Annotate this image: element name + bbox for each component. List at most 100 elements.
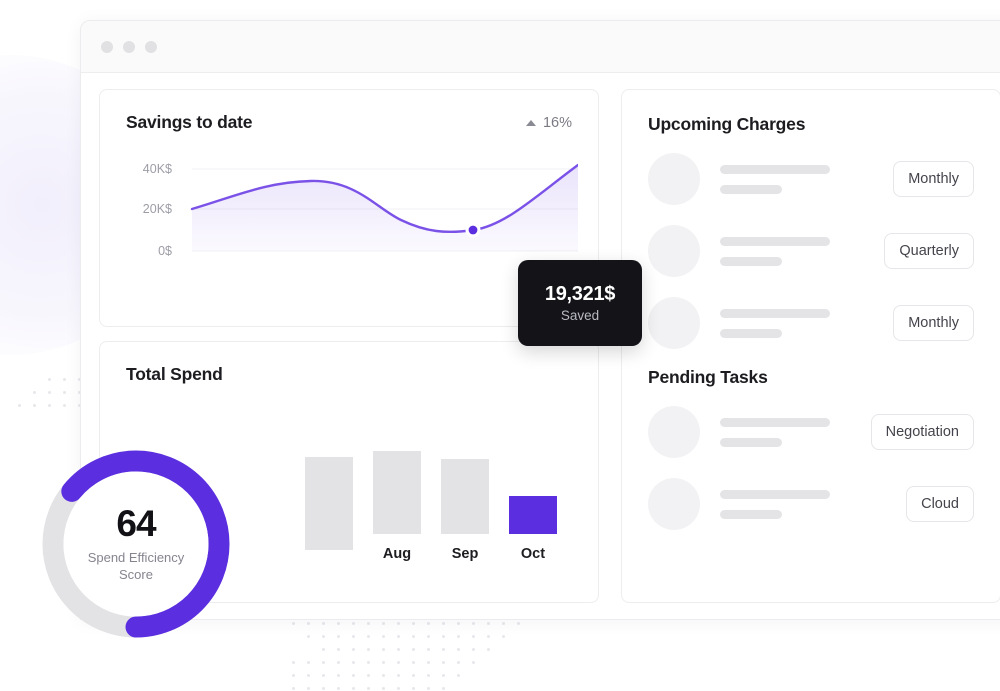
upcoming-charges-title: Upcoming Charges [648,114,974,135]
list-item[interactable]: Monthly [648,151,974,207]
decorative-dot [367,674,370,677]
decorative-dot [502,635,505,638]
decorative-dot [48,378,51,381]
decorative-dot [382,661,385,664]
decorative-dot [337,635,340,638]
decorative-dot [322,648,325,651]
status-badge[interactable]: Negotiation [871,414,974,450]
status-badge[interactable]: Monthly [893,305,974,341]
savings-data-point [469,226,478,235]
decorative-dot [63,404,66,407]
list-item[interactable]: Monthly [648,295,974,351]
decorative-dot [427,674,430,677]
decorative-dot [307,674,310,677]
decorative-dot [322,674,325,677]
bar-3-highlighted[interactable] [509,496,557,534]
side-panel-card: Upcoming Charges Monthly [621,89,1000,603]
pending-tasks-title: Pending Tasks [648,367,974,388]
savings-chart-svg [126,162,578,312]
decorative-dot [367,687,370,690]
decorative-dot [337,648,340,651]
bar-column-0[interactable] [305,457,353,562]
decorative-dot [412,648,415,651]
skeleton-text-group [720,237,884,266]
decorative-dot [367,661,370,664]
skeleton-line-secondary [720,185,782,194]
decorative-dot [48,404,51,407]
decorative-dot [397,635,400,638]
bar-2[interactable] [441,459,489,534]
total-spend-bar-chart[interactable]: Aug Sep Oct [305,402,557,562]
avatar [648,406,700,458]
decorative-dot [33,391,36,394]
y-tick-label-0: 40K$ [143,162,172,176]
skeleton-line-secondary [720,438,782,447]
status-badge[interactable]: Quarterly [884,233,974,269]
spend-efficiency-gauge[interactable]: 64 Spend Efficiency Score [38,446,234,642]
decorative-dot [382,687,385,690]
window-minimize-dot-icon[interactable] [123,41,135,53]
decorative-dot [292,687,295,690]
bar-1[interactable] [373,451,421,534]
decorative-dot [322,622,325,625]
decorative-dot [352,674,355,677]
decorative-dot [457,635,460,638]
decorative-dot [397,661,400,664]
decorative-dot [457,648,460,651]
status-badge[interactable]: Cloud [906,486,974,522]
window-close-dot-icon[interactable] [101,41,113,53]
list-item[interactable]: Quarterly [648,223,974,279]
skeleton-line-secondary [720,329,782,338]
decorative-dot [412,622,415,625]
decorative-dot [427,622,430,625]
list-item[interactable]: Cloud [648,476,974,532]
decorative-dot [63,378,66,381]
bar-column-2[interactable]: Sep [441,459,489,562]
decorative-dot [397,622,400,625]
savings-chart-y-axis: 40K$ 20K$ 0$ [126,162,172,312]
bar-0[interactable] [305,457,353,550]
decorative-dot [442,661,445,664]
decorative-dot [352,635,355,638]
skeleton-line-primary [720,237,830,246]
decorative-dot [472,622,475,625]
bar-column-3[interactable]: Oct [509,496,557,562]
window-titlebar [81,21,1000,73]
decorative-dot [502,622,505,625]
decorative-dot [352,622,355,625]
y-tick-label-1: 20K$ [143,202,172,216]
savings-line-chart[interactable]: 40K$ 20K$ 0$ [126,162,578,312]
decorative-dot [63,391,66,394]
tooltip-value: 19,321$ [545,283,615,306]
skeleton-text-group [720,490,906,519]
decorative-dot [397,687,400,690]
decorative-dot [307,687,310,690]
y-tick-label-2: 0$ [158,244,172,258]
skeleton-line-secondary [720,510,782,519]
decorative-dot [322,635,325,638]
decorative-dot [487,622,490,625]
list-item[interactable]: Negotiation [648,404,974,460]
savings-to-date-card: Savings to date 16% 40K$ 20K$ 0$ [99,89,599,327]
bar-column-1[interactable]: Aug [373,451,421,562]
avatar [648,153,700,205]
window-maximize-dot-icon[interactable] [145,41,157,53]
skeleton-line-primary [720,165,830,174]
gauge-svg [38,446,234,642]
savings-card-header: Savings to date 16% [126,112,572,133]
decorative-dot [427,648,430,651]
decorative-dot [18,404,21,407]
decorative-dot [33,404,36,407]
skeleton-line-secondary [720,257,782,266]
pending-tasks-list: Negotiation Cloud [648,404,974,532]
status-badge[interactable]: Monthly [893,161,974,197]
decorative-dot [427,687,430,690]
upcoming-charges-list: Monthly Quarterly [648,151,974,351]
avatar [648,478,700,530]
right-column: Upcoming Charges Monthly [621,89,1000,603]
decorative-dot [457,674,460,677]
decorative-dot [442,687,445,690]
skeleton-text-group [720,418,871,447]
decorative-dot [397,648,400,651]
skeleton-text-group [720,309,893,338]
